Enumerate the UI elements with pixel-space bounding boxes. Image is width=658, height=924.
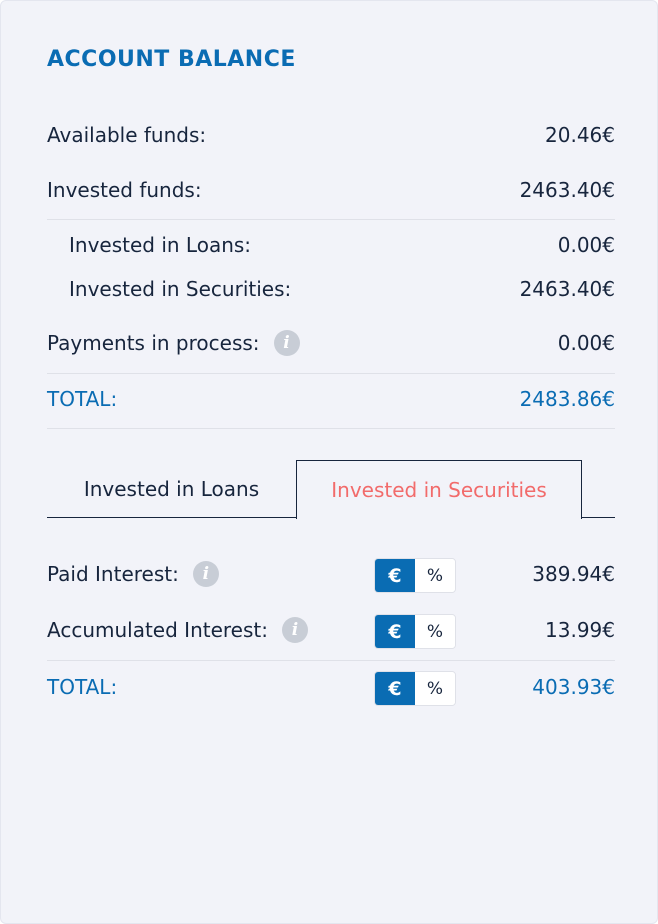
- account-balance-card: ACCOUNT BALANCE Available funds: 20.46€ …: [0, 0, 658, 924]
- balance-total-label: TOTAL:: [47, 387, 118, 411]
- percent-toggle-button[interactable]: %: [415, 615, 455, 648]
- invested-funds-label: Invested funds:: [47, 178, 202, 202]
- balance-total-value: 2483.86€: [519, 387, 615, 411]
- divider: [47, 219, 615, 220]
- euro-toggle-button[interactable]: €: [375, 615, 415, 648]
- invested-loans-value: 0.00€: [557, 233, 615, 257]
- balance-total-row: TOTAL: 2483.86€: [47, 384, 615, 414]
- euro-toggle-button[interactable]: €: [375, 559, 415, 592]
- payments-in-process-row: Payments in process: i 0.00€: [47, 328, 615, 358]
- paid-interest-value: 389.94€: [532, 562, 615, 586]
- invested-securities-value: 2463.40€: [519, 277, 615, 301]
- paid-interest-row: Paid Interest: i 389.94€: [47, 557, 615, 591]
- percent-toggle-button[interactable]: %: [415, 672, 455, 705]
- percent-toggle-button[interactable]: %: [415, 559, 455, 592]
- available-funds-label: Available funds:: [47, 123, 207, 147]
- interest-total-label: TOTAL:: [47, 675, 118, 699]
- divider: [47, 373, 615, 374]
- divider: [47, 428, 615, 429]
- interest-total-row: TOTAL: 403.93€: [47, 670, 615, 704]
- invested-funds-value: 2463.40€: [519, 178, 615, 202]
- invested-loans-label: Invested in Loans:: [69, 233, 252, 257]
- divider: [47, 660, 615, 661]
- info-icon[interactable]: i: [273, 330, 300, 356]
- tab-underline: [582, 517, 615, 518]
- info-icon[interactable]: i: [281, 617, 308, 643]
- info-icon[interactable]: i: [192, 561, 219, 587]
- available-funds-value: 20.46€: [545, 123, 615, 147]
- currency-percent-toggle: € %: [374, 614, 456, 649]
- available-funds-row: Available funds: 20.46€: [47, 120, 615, 150]
- tab-invested-securities[interactable]: Invested in Securities: [296, 460, 582, 519]
- invested-securities-row: Invested in Securities: 2463.40€: [47, 274, 615, 304]
- accumulated-interest-value: 13.99€: [545, 618, 615, 642]
- accumulated-interest-row: Accumulated Interest: i 13.99€: [47, 613, 615, 647]
- euro-toggle-button[interactable]: €: [375, 672, 415, 705]
- currency-percent-toggle: € %: [374, 558, 456, 593]
- invested-loans-row: Invested in Loans: 0.00€: [47, 230, 615, 260]
- currency-percent-toggle: € %: [374, 671, 456, 706]
- payments-in-process-value: 0.00€: [557, 331, 615, 355]
- paid-interest-label: Paid Interest:: [47, 562, 179, 586]
- payments-in-process-label: Payments in process:: [47, 331, 260, 355]
- invested-funds-row: Invested funds: 2463.40€: [47, 175, 615, 205]
- investment-tabs: Invested in Loans Invested in Securities: [47, 460, 615, 519]
- interest-total-value: 403.93€: [532, 675, 615, 699]
- invested-securities-label: Invested in Securities:: [69, 277, 292, 301]
- page-title: ACCOUNT BALANCE: [47, 47, 296, 72]
- tab-invested-loans[interactable]: Invested in Loans: [47, 460, 296, 518]
- accumulated-interest-label: Accumulated Interest:: [47, 618, 268, 642]
